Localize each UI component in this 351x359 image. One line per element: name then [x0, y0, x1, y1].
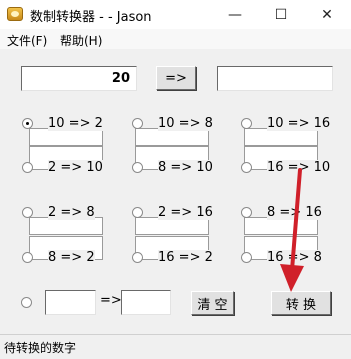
option-radio[interactable] — [22, 162, 33, 173]
option-label[interactable]: 10 => 16 — [267, 116, 331, 131]
option-radio[interactable] — [22, 252, 33, 263]
option-radio[interactable] — [241, 118, 252, 129]
custom-from-field[interactable] — [45, 290, 96, 315]
window-title: 数制转换器 - - Jason — [30, 10, 152, 25]
menu-bar — [0, 29, 351, 49]
custom-to-field[interactable] — [121, 290, 171, 315]
custom-arrow-label: => — [100, 293, 122, 308]
option-label[interactable]: 8 => 2 — [48, 250, 95, 265]
option-radio[interactable] — [22, 118, 33, 129]
annotation-arrow — [280, 168, 304, 292]
option-radio[interactable] — [22, 207, 33, 218]
app-icon — [7, 7, 23, 21]
option-radio[interactable] — [132, 252, 143, 263]
menu-help[interactable]: 帮助(H) — [60, 32, 102, 49]
option-label[interactable]: 16 => 2 — [158, 250, 213, 265]
maximize-button[interactable]: ☐ — [258, 0, 304, 29]
close-button[interactable]: ✕ — [304, 0, 350, 29]
result-output — [217, 66, 333, 91]
minimize-button[interactable]: — — [212, 0, 258, 29]
status-text: 待转换的数字 — [4, 341, 77, 355]
menu-file[interactable]: 文件(F) — [7, 32, 47, 49]
option-label[interactable]: 10 => 2 — [48, 116, 103, 131]
option-radio[interactable] — [241, 162, 252, 173]
custom-radio[interactable] — [21, 297, 32, 308]
number-input[interactable]: 20 — [21, 66, 137, 91]
option-radio[interactable] — [241, 252, 252, 263]
option-label[interactable]: 10 => 8 — [158, 116, 213, 131]
option-radio[interactable] — [241, 207, 252, 218]
option-radio[interactable] — [132, 162, 143, 173]
option-label[interactable]: 2 => 10 — [48, 160, 103, 175]
option-label[interactable]: 8 => 10 — [158, 160, 213, 175]
option-radio[interactable] — [132, 118, 143, 129]
option-label[interactable]: 2 => 8 — [48, 205, 95, 220]
option-label[interactable]: 2 => 16 — [158, 205, 213, 220]
quick-convert-button[interactable]: => — [156, 66, 196, 90]
clear-button[interactable]: 清 空 — [191, 291, 234, 315]
option-radio[interactable] — [132, 207, 143, 218]
